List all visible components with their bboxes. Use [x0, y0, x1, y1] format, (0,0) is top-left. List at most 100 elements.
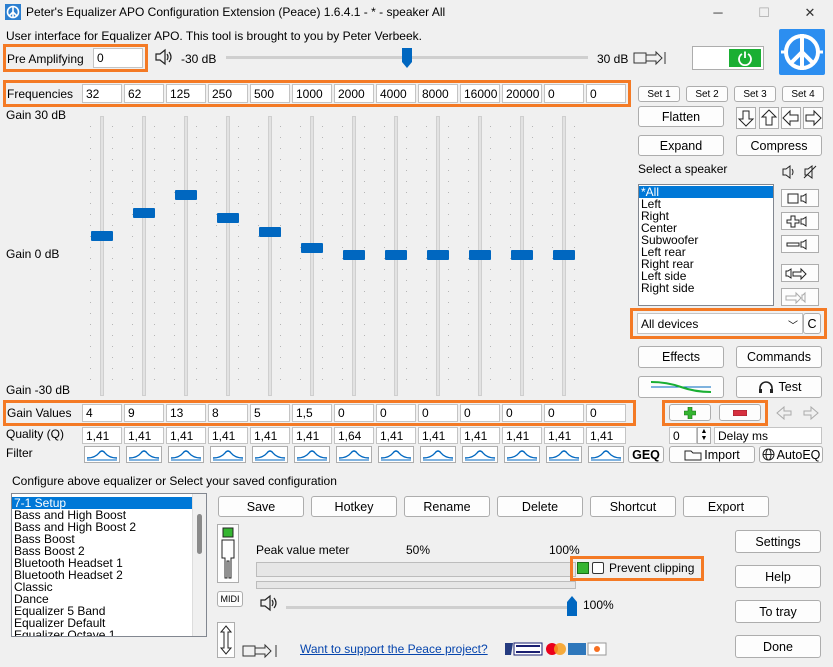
arrow-down-icon[interactable] [736, 107, 756, 129]
midi-button[interactable]: MIDI [217, 591, 243, 607]
gain-value-field[interactable]: 1,5 [292, 404, 332, 422]
gain-slider-track[interactable] [268, 116, 272, 396]
gain-slider-track[interactable] [310, 116, 314, 396]
filter-type-button[interactable] [126, 446, 162, 463]
to-tray-button[interactable]: To tray [735, 600, 821, 623]
quality-field[interactable]: 1,41 [418, 427, 458, 444]
arrow-left-disabled-icon[interactable] [775, 406, 793, 420]
speaker-minus-button[interactable] [781, 235, 819, 253]
filter-type-button[interactable] [210, 446, 246, 463]
frequency-field[interactable]: 125 [166, 84, 206, 103]
peace-logo-icon[interactable] [777, 27, 827, 77]
remove-band-button[interactable] [719, 404, 761, 421]
export-config-button[interactable]: Export [683, 496, 769, 517]
speaker-arrows-button[interactable] [781, 264, 819, 282]
speaker-mute-icons[interactable] [780, 163, 822, 181]
arrow-up-icon[interactable] [759, 107, 779, 129]
gain-slider-thumb[interactable] [385, 250, 407, 260]
preset-scroll-thumb[interactable] [197, 514, 202, 554]
arrow-right-disabled-icon[interactable] [802, 406, 820, 420]
gain-slider-thumb[interactable] [469, 250, 491, 260]
preset-list-item[interactable]: Equalizer Octave 1 [12, 629, 192, 636]
filter-type-button[interactable] [420, 446, 456, 463]
frequency-field[interactable]: 32 [82, 84, 122, 103]
pre-amp-slider-thumb[interactable] [402, 48, 412, 68]
device-c-button[interactable]: C [803, 313, 821, 334]
help-button[interactable]: Help [735, 565, 821, 588]
rename-config-button[interactable]: Rename [404, 496, 490, 517]
quality-field[interactable]: 1,41 [82, 427, 122, 444]
geq-button[interactable]: GEQ [628, 446, 664, 463]
vertical-arrows-icon[interactable] [217, 622, 235, 658]
gain-slider-thumb[interactable] [343, 250, 365, 260]
arrow-right-box-small-icon[interactable] [242, 643, 278, 659]
arrow-left-icon[interactable] [781, 107, 801, 129]
delete-config-button[interactable]: Delete [497, 496, 583, 517]
frequency-field[interactable]: 8000 [418, 84, 458, 103]
volume-speaker-icon[interactable] [258, 594, 278, 612]
gain-slider-track[interactable] [226, 116, 230, 396]
quality-field[interactable]: 1,41 [460, 427, 500, 444]
gain-slider-thumb[interactable] [427, 250, 449, 260]
gain-slider-thumb[interactable] [91, 231, 113, 241]
volume-slider-track[interactable] [286, 606, 576, 609]
frequency-field[interactable]: 4000 [376, 84, 416, 103]
gain-value-field[interactable]: 0 [586, 404, 626, 422]
frequency-field[interactable]: 250 [208, 84, 248, 103]
frequency-field[interactable]: 62 [124, 84, 164, 103]
arrow-right-icon[interactable] [803, 107, 823, 129]
speaker-arrow-disabled-button[interactable] [781, 288, 819, 306]
frequency-field[interactable]: 16000 [460, 84, 500, 103]
save-config-button[interactable]: Save [218, 496, 304, 517]
gain-value-field[interactable]: 13 [166, 404, 206, 422]
filter-type-button[interactable] [168, 446, 204, 463]
speaker-list[interactable]: *All Left Right Center Subwoofer Left rear Rig… [638, 184, 774, 306]
quality-field[interactable]: 1,41 [502, 427, 542, 444]
filter-type-button[interactable] [378, 446, 414, 463]
frequency-field[interactable]: 20000 [502, 84, 542, 103]
filter-curve-button[interactable] [638, 376, 724, 398]
done-button[interactable]: Done [735, 635, 821, 658]
gain-value-field[interactable]: 5 [250, 404, 290, 422]
gain-slider-thumb[interactable] [301, 243, 323, 253]
gain-slider-thumb[interactable] [553, 250, 575, 260]
set-button[interactable]: Set 3 [734, 86, 776, 102]
set-button[interactable]: Set 4 [782, 86, 824, 102]
speaker-box-button[interactable] [781, 189, 819, 207]
hotkey-config-button[interactable]: Hotkey [311, 496, 397, 517]
test-button[interactable]: Test [736, 376, 822, 398]
support-link[interactable]: Want to support the Peace project? [300, 642, 488, 656]
gain-slider-thumb[interactable] [175, 190, 197, 200]
quality-field[interactable]: 1,41 [544, 427, 584, 444]
gain-value-field[interactable]: 4 [82, 404, 122, 422]
prevent-clipping-checkbox[interactable] [592, 562, 604, 574]
gain-value-field[interactable]: 0 [460, 404, 500, 422]
quality-field[interactable]: 1,41 [250, 427, 290, 444]
gain-slider-thumb[interactable] [133, 208, 155, 218]
frequency-field[interactable]: 0 [586, 84, 626, 103]
filter-type-button[interactable] [336, 446, 372, 463]
gain-slider-thumb[interactable] [217, 213, 239, 223]
frequency-field[interactable]: 1000 [292, 84, 332, 103]
delay-field[interactable]: 0 [669, 427, 697, 444]
filter-type-button[interactable] [294, 446, 330, 463]
shortcut-config-button[interactable]: Shortcut [590, 496, 676, 517]
frequency-field[interactable]: 2000 [334, 84, 374, 103]
quality-field[interactable]: 1,41 [586, 427, 626, 444]
frequency-field[interactable]: 500 [250, 84, 290, 103]
expand-button[interactable]: Expand [638, 135, 724, 156]
power-toggle[interactable] [692, 46, 764, 70]
maximize-button[interactable]: ☐ [741, 0, 787, 25]
preset-list[interactable]: 7-1 Setup Bass and High Boost Bass and Hig… [11, 493, 207, 637]
set-button[interactable]: Set 2 [686, 86, 728, 102]
settings-button[interactable]: Settings [735, 530, 821, 553]
frequency-field[interactable]: 0 [544, 84, 584, 103]
preset-scrollbar[interactable] [192, 494, 206, 636]
gain-slider-track[interactable] [100, 116, 104, 396]
close-button[interactable]: ✕ [787, 0, 833, 25]
gain-value-field[interactable]: 0 [544, 404, 584, 422]
set-button[interactable]: Set 1 [638, 86, 680, 102]
filter-type-button[interactable] [504, 446, 540, 463]
speaker-plus-button[interactable] [781, 212, 819, 230]
person-button[interactable] [217, 524, 239, 583]
